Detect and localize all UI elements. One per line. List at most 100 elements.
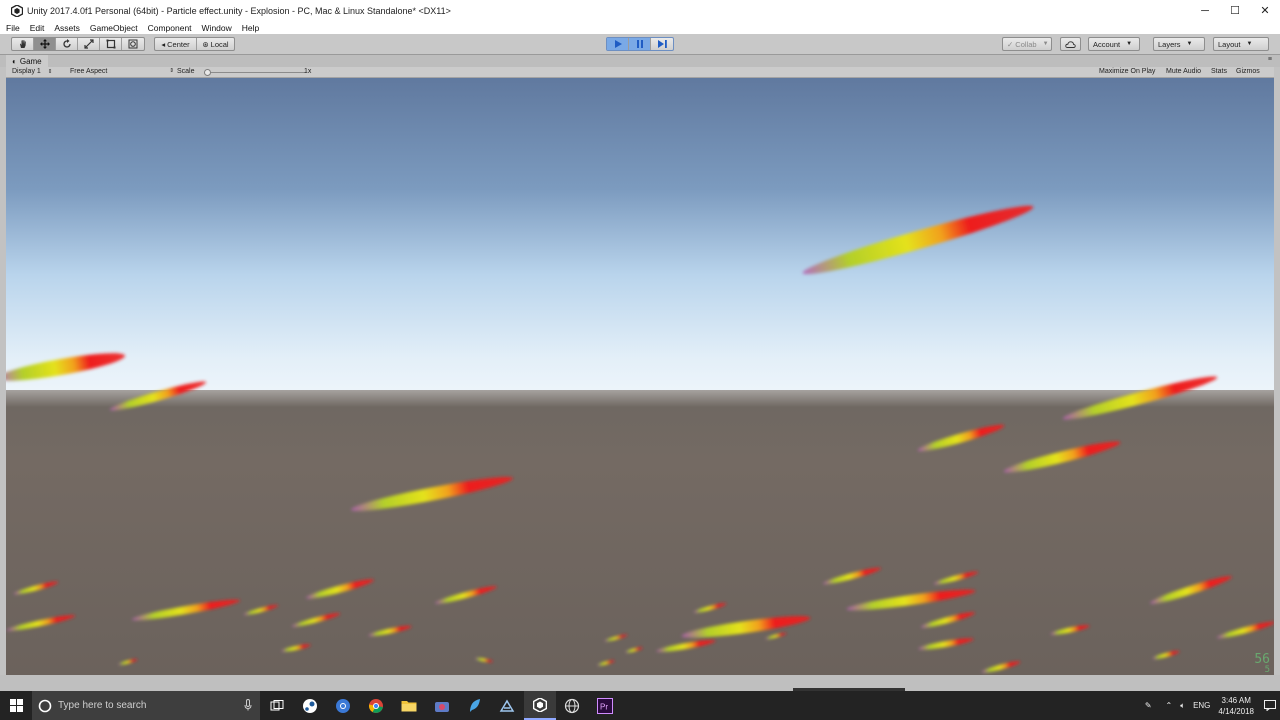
scale-slider-track[interactable] xyxy=(206,72,306,73)
taskbar-app-file-explorer[interactable] xyxy=(393,691,425,720)
game-controller-icon: ◐ xyxy=(12,56,17,66)
premiere-pro-icon: Pr xyxy=(597,697,613,714)
menu-file[interactable]: File xyxy=(6,23,20,33)
account-label: Account xyxy=(1093,39,1121,49)
panel-tab-bar: ◐ Game ≡ xyxy=(0,55,1280,67)
menu-gameobject[interactable]: GameObject xyxy=(90,23,138,33)
collab-label: Collab xyxy=(1015,39,1037,49)
task-view-button[interactable] xyxy=(261,691,293,720)
gizmos-label: Gizmos xyxy=(1236,68,1260,75)
step-button[interactable] xyxy=(651,38,673,50)
rect-tool-icon[interactable] xyxy=(100,38,122,50)
title-bar: Unity 2017.4.0f1 Personal (64bit) - Part… xyxy=(0,0,1280,21)
start-button[interactable] xyxy=(0,691,32,720)
chrome-blue-icon xyxy=(336,698,350,713)
taskbar-search[interactable]: Type here to search xyxy=(32,691,260,720)
play-button[interactable] xyxy=(607,38,629,50)
game-scene-render xyxy=(6,78,1274,675)
tab-game[interactable]: ◐ Game xyxy=(6,55,48,67)
menu-edit[interactable]: Edit xyxy=(30,23,45,33)
minimize-button[interactable]: ─ xyxy=(1190,0,1220,21)
scale-slider-thumb[interactable] xyxy=(204,69,211,76)
play-controls xyxy=(606,37,674,51)
hand-tool-icon[interactable] xyxy=(12,38,34,50)
tab-game-label: Game xyxy=(19,56,42,66)
step-icon xyxy=(657,40,667,48)
fps-secondary: 5 xyxy=(1264,665,1270,675)
microphone-icon xyxy=(244,699,252,711)
volume-icon[interactable]: 🔈︎ xyxy=(1180,701,1185,711)
unity-icon xyxy=(533,697,547,712)
chevron-updown-icon: ⇕ xyxy=(169,68,174,74)
pivot-toggles: ◂ Center ⊛ Local xyxy=(154,37,235,51)
pivot-center-button[interactable]: ◂ Center xyxy=(155,38,197,50)
layers-dropdown[interactable]: Layers ▼ xyxy=(1153,37,1205,51)
move-tool-icon[interactable] xyxy=(34,38,56,50)
menu-bar: File Edit Assets GameObject Component Wi… xyxy=(0,21,1280,34)
taskbar-app-feather[interactable] xyxy=(459,691,491,720)
unity-editor-window: Unity 2017.4.0f1 Personal (64bit) - Part… xyxy=(0,0,1280,720)
camera-app-icon xyxy=(435,701,449,712)
menu-component[interactable]: Component xyxy=(148,23,192,33)
clock[interactable]: 3:46 AM 4/14/2018 xyxy=(1218,695,1254,717)
stats-toggle[interactable]: Stats xyxy=(1211,68,1227,75)
windows-taskbar: Type here to search Pr ✎ ⌃ 🔈︎ ENG 3:46 A… xyxy=(0,691,1280,720)
clock-time: 3:46 AM xyxy=(1221,695,1251,705)
cloud-icon xyxy=(1065,40,1076,48)
rotate-tool-icon[interactable] xyxy=(56,38,78,50)
menu-help[interactable]: Help xyxy=(242,23,259,33)
gizmos-dropdown[interactable]: Gizmos xyxy=(1236,68,1260,75)
taskbar-app-steam[interactable] xyxy=(294,691,326,720)
task-view-icon xyxy=(270,699,284,710)
pivot-center-label: Center xyxy=(167,39,190,49)
language-indicator[interactable]: ENG xyxy=(1193,701,1210,710)
unity-logo-icon xyxy=(9,3,25,19)
chevron-down-icon: ▼ xyxy=(1246,41,1253,47)
taskbar-app-globe[interactable] xyxy=(556,691,588,720)
account-dropdown[interactable]: Account ▼ xyxy=(1088,37,1140,51)
menu-assets[interactable]: Assets xyxy=(54,23,80,33)
taskbar-app-unity[interactable] xyxy=(524,691,556,720)
pivot-local-button[interactable]: ⊛ Local xyxy=(197,38,234,50)
pen-workspace-icon[interactable]: ✎ xyxy=(1145,701,1152,710)
aspect-dropdown[interactable]: Free Aspect ⇕ xyxy=(70,68,174,75)
chevron-down-icon: ▼ xyxy=(1186,41,1193,47)
taskbar-app-unity-hub[interactable] xyxy=(491,691,523,720)
cortana-icon xyxy=(38,699,52,712)
scale-value: 1x xyxy=(304,68,312,75)
layers-label: Layers xyxy=(1158,39,1181,49)
collab-dropdown[interactable]: ✓ Collab ▼ xyxy=(1002,37,1052,51)
windows-logo-icon xyxy=(9,699,23,712)
game-view[interactable]: 56 5 xyxy=(6,78,1274,675)
layout-label: Layout xyxy=(1218,39,1241,49)
fps-counter: 56 5 xyxy=(1254,653,1270,675)
taskbar-app-chrome[interactable] xyxy=(360,691,392,720)
main-toolbar: ◂ Center ⊛ Local ✓ Collab ▼ Account ▼ La… xyxy=(0,34,1280,55)
pause-button[interactable] xyxy=(629,38,651,50)
steam-icon xyxy=(303,698,317,713)
display-dropdown[interactable]: Display 1 ⇕ xyxy=(12,68,52,75)
steam-arrow-icon xyxy=(499,699,515,712)
layout-dropdown[interactable]: Layout ▼ xyxy=(1213,37,1269,51)
maximize-on-play-toggle[interactable]: Maximize On Play xyxy=(1099,68,1155,75)
pause-icon xyxy=(636,40,643,48)
transform-tool-icon[interactable] xyxy=(122,38,144,50)
action-center-icon[interactable] xyxy=(1260,700,1280,711)
chevron-down-icon: ▼ xyxy=(1042,41,1049,47)
panel-menu-icon[interactable]: ≡ xyxy=(1268,56,1272,63)
taskbar-app-camera[interactable] xyxy=(426,691,458,720)
maximize-button[interactable]: ☐ xyxy=(1220,0,1250,21)
cloud-button[interactable] xyxy=(1060,37,1081,51)
scale-tool-icon[interactable] xyxy=(78,38,100,50)
status-bar xyxy=(0,675,1280,691)
transform-tools xyxy=(11,37,145,51)
taskbar-app-chrome-alt[interactable] xyxy=(327,691,359,720)
chevron-up-icon[interactable]: ⌃ xyxy=(1166,701,1173,710)
game-view-toolbar: Display 1 ⇕ Free Aspect ⇕ Scale 1x Maxim… xyxy=(6,67,1274,78)
close-button[interactable]: ✕ xyxy=(1250,0,1280,21)
menu-window[interactable]: Window xyxy=(202,23,232,33)
aspect-label: Free Aspect xyxy=(70,68,108,75)
taskbar-app-premiere-pro[interactable]: Pr xyxy=(589,691,621,720)
mute-audio-toggle[interactable]: Mute Audio xyxy=(1166,68,1201,75)
globe-icon xyxy=(564,698,580,713)
